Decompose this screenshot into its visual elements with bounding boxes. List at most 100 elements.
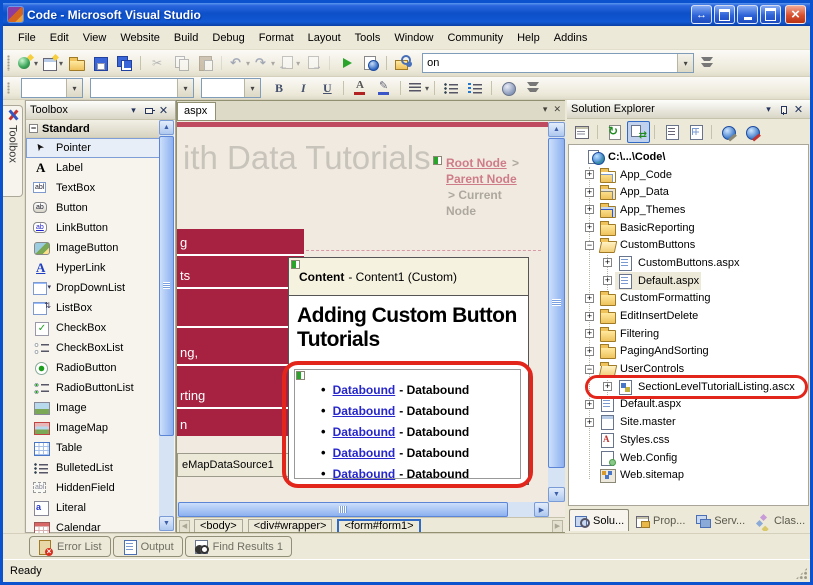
refresh-button[interactable] — [603, 121, 626, 143]
website-administration-button[interactable] — [741, 121, 764, 143]
designer-vertical-scrollbar[interactable]: ▲ ▼ — [548, 122, 565, 502]
toolbox-item[interactable]: ListBox — [26, 298, 160, 318]
combo-dropdown-button[interactable]: ▾ — [677, 54, 693, 72]
toolbox-item[interactable]: Pointer — [26, 138, 160, 158]
menu-item[interactable]: Help — [510, 29, 547, 47]
toolbar-overflow-button[interactable] — [525, 78, 537, 98]
bold-button[interactable]: ▾ — [268, 77, 291, 99]
start-debugging-button[interactable]: ▾ — [335, 52, 358, 74]
toolbox-item[interactable]: TextBox — [26, 178, 160, 198]
tree-item[interactable]: Default.aspx — [569, 272, 808, 290]
combo-dropdown-button[interactable]: ▾ — [177, 79, 193, 97]
scroll-up-button[interactable]: ▲ — [159, 120, 174, 135]
menu-item[interactable]: Tools — [348, 29, 388, 47]
toolbox-item[interactable]: ImageMap — [26, 418, 160, 438]
databound-link[interactable]: Databound — [333, 467, 396, 481]
tree-expander[interactable] — [585, 312, 594, 321]
tree-expander[interactable] — [585, 418, 594, 427]
collapse-icon[interactable]: − — [29, 124, 38, 133]
smart-tag-icon[interactable] — [291, 260, 300, 269]
new-website-button[interactable]: ▾ — [15, 52, 39, 74]
menu-item[interactable]: Layout — [301, 29, 348, 47]
underline-button[interactable]: ▾ — [316, 77, 339, 99]
sidebar-menu-item[interactable]: rting — [177, 366, 304, 407]
navigate-forward-button[interactable]: ▾ — [302, 52, 325, 74]
scrollbar-thumb[interactable] — [159, 136, 174, 436]
toolbox-item[interactable]: RadioButton — [26, 358, 160, 378]
menu-item[interactable]: Community — [440, 29, 510, 47]
breadcrumb-parent-link[interactable]: Parent Node — [446, 172, 517, 186]
format-combo-2[interactable]: ▾ — [90, 78, 194, 98]
toolbox-item[interactable]: Table — [26, 438, 160, 458]
menu-item[interactable]: View — [76, 29, 114, 47]
output-tab[interactable]: Error List — [29, 536, 111, 557]
combo-dropdown-button[interactable]: ▾ — [66, 79, 82, 97]
scroll-right-button[interactable]: ▶ — [534, 502, 549, 517]
save-button[interactable]: ▾ — [89, 52, 112, 74]
tree-item[interactable]: PagingAndSorting — [569, 343, 808, 361]
toolbox-item[interactable]: HiddenField — [26, 478, 160, 498]
toolbar-overflow-button[interactable] — [699, 53, 711, 73]
databound-link[interactable]: Databound — [333, 383, 396, 397]
tree-item[interactable]: App_Themes — [569, 201, 808, 219]
italic-button[interactable]: ▾ — [292, 77, 315, 99]
view-designer-button[interactable] — [684, 121, 707, 143]
tree-item[interactable]: Site.master — [569, 413, 808, 431]
toolbox-item[interactable]: RadioButtonList — [26, 378, 160, 398]
redo-button[interactable]: ▾ — [252, 52, 276, 74]
switch-windows-button[interactable] — [691, 5, 712, 24]
undo-button[interactable]: ▾ — [227, 52, 251, 74]
scroll-down-button[interactable]: ▼ — [159, 516, 174, 531]
tree-item[interactable]: Default.aspx — [569, 396, 808, 414]
panel-tab[interactable]: Solu... — [569, 509, 629, 531]
toolbox-item[interactable]: HyperLink — [26, 258, 160, 278]
solution-explorer-title-bar[interactable]: Solution Explorer ▾ ✕ — [567, 100, 810, 119]
menu-item[interactable]: Debug — [205, 29, 251, 47]
maximize-button[interactable] — [760, 5, 781, 24]
search-combo[interactable]: on ▾ — [422, 53, 694, 73]
tree-item[interactable]: Filtering — [569, 325, 808, 343]
breadcrumb-root-link[interactable]: Root Node — [446, 156, 507, 170]
tree-expander[interactable] — [585, 188, 594, 197]
close-document-button[interactable]: ✕ — [553, 104, 561, 115]
tree-expander[interactable] — [585, 294, 594, 303]
close-toolbox-button[interactable]: ✕ — [156, 103, 171, 117]
toolbox-item[interactable]: CheckBox — [26, 318, 160, 338]
scrollbar-thumb[interactable] — [548, 138, 565, 468]
sidebar-menu-item[interactable]: ng, — [177, 328, 304, 364]
output-tab[interactable]: Output — [113, 536, 183, 557]
tree-expander[interactable] — [585, 400, 594, 409]
sitemap-datasource-control[interactable]: eMapDataSource1 — [177, 453, 300, 477]
toolbox-group-standard[interactable]: − Standard — [26, 120, 160, 138]
scroll-up-button[interactable]: ▲ — [548, 122, 565, 137]
scroll-down-button[interactable]: ▼ — [548, 487, 565, 502]
tree-item[interactable]: UserControls — [569, 360, 808, 378]
toolbox-item[interactable]: BulletedList — [26, 458, 160, 478]
tag-navigator-item[interactable]: <body> — [194, 519, 243, 534]
properties-button[interactable] — [570, 121, 593, 143]
tree-item[interactable]: Styles.css — [569, 431, 808, 449]
menu-item[interactable]: File — [11, 29, 43, 47]
view-code-button[interactable] — [660, 121, 683, 143]
toolbox-title-bar[interactable]: Toolbox ▾ ✕ — [26, 101, 175, 120]
menu-item[interactable]: Addins — [547, 29, 595, 47]
document-tab[interactable]: aspx — [177, 102, 216, 120]
tree-expander[interactable] — [585, 241, 594, 250]
find-in-files-button[interactable]: ▾ — [392, 52, 415, 74]
panel-tab[interactable]: Serv... — [690, 509, 750, 531]
databound-link[interactable]: Databound — [333, 446, 396, 460]
sidebar-menu-item[interactable]: g — [177, 229, 304, 254]
tree-item[interactable]: Web.Config — [569, 449, 808, 467]
tree-expander[interactable] — [585, 170, 594, 179]
add-new-item-button[interactable]: ▾ — [40, 52, 64, 74]
format-combo-1[interactable]: ▾ — [21, 78, 83, 98]
active-files-menu-button[interactable]: ▾ — [543, 104, 548, 115]
tag-navigator-item[interactable]: <div#wrapper> — [248, 519, 333, 534]
tree-item[interactable]: CustomFormatting — [569, 290, 808, 308]
close-button[interactable] — [785, 5, 806, 24]
panel-tab[interactable]: Clas... — [750, 509, 810, 531]
tree-expander[interactable] — [585, 347, 594, 356]
bulleted-list-button[interactable]: ▾ — [440, 77, 463, 99]
tree-expander[interactable] — [603, 382, 612, 391]
menu-item[interactable]: Website — [113, 29, 167, 47]
